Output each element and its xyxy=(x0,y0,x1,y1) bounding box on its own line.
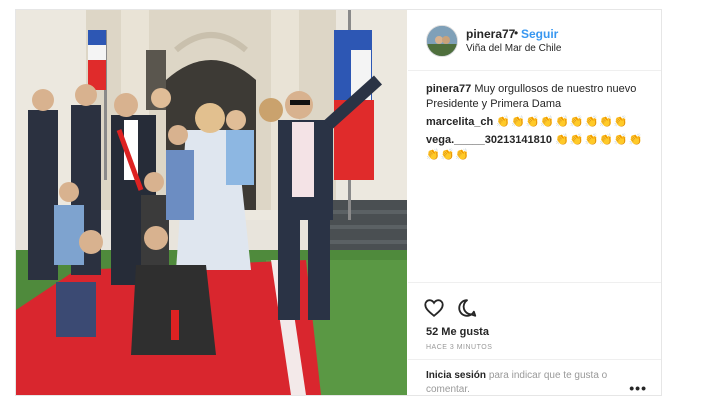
comment-icon[interactable] xyxy=(456,297,478,319)
comment-username[interactable]: vega._____30213141810 xyxy=(426,134,552,146)
family-photo-illustration xyxy=(16,10,407,395)
comment-username[interactable]: marcelita_ch xyxy=(426,116,493,128)
post-header: pinera77 • Seguir Viña del Mar de Chile xyxy=(408,10,661,71)
login-text-block: Inicia sesión para indicar que te gusta … xyxy=(426,369,626,397)
post-sidebar: pinera77 • Seguir Viña del Mar de Chile … xyxy=(408,10,661,396)
more-options-icon[interactable]: ••• xyxy=(629,380,647,396)
avatar-image xyxy=(427,26,457,56)
caption: pinera77 Muy orgullosos de nuestro nuevo… xyxy=(426,82,651,112)
username-link[interactable]: pinera77 xyxy=(466,27,515,41)
like-count[interactable]: 52 Me gusta xyxy=(426,326,489,338)
post-photo[interactable] xyxy=(16,10,407,395)
follow-button[interactable]: Seguir xyxy=(521,27,558,41)
comment-item: marcelita_ch 👏👏👏👏👏👏👏👏👏 xyxy=(426,115,651,130)
instagram-post: pinera77 • Seguir Viña del Mar de Chile … xyxy=(15,9,662,396)
separator-dot: • xyxy=(514,26,519,40)
heart-icon[interactable] xyxy=(423,297,445,319)
comment-item: vega._____30213141810 👏👏👏👏👏👏👏👏👏 xyxy=(426,133,651,163)
profile-avatar[interactable] xyxy=(426,25,458,57)
post-actions: 52 Me gusta HACE 3 MINUTOS Inicia sesión… xyxy=(408,282,661,396)
caption-username[interactable]: pinera77 xyxy=(426,83,471,95)
location-link[interactable]: Viña del Mar de Chile xyxy=(466,43,561,54)
login-prompt: Inicia sesión para indicar que te gusta … xyxy=(408,359,661,397)
comment-text: 👏👏👏👏👏👏👏👏👏 xyxy=(496,116,629,128)
comments-list: pinera77 Muy orgullosos de nuestro nuevo… xyxy=(426,82,651,166)
post-timestamp: HACE 3 MINUTOS xyxy=(426,344,493,351)
login-link[interactable]: Inicia sesión xyxy=(426,370,486,381)
